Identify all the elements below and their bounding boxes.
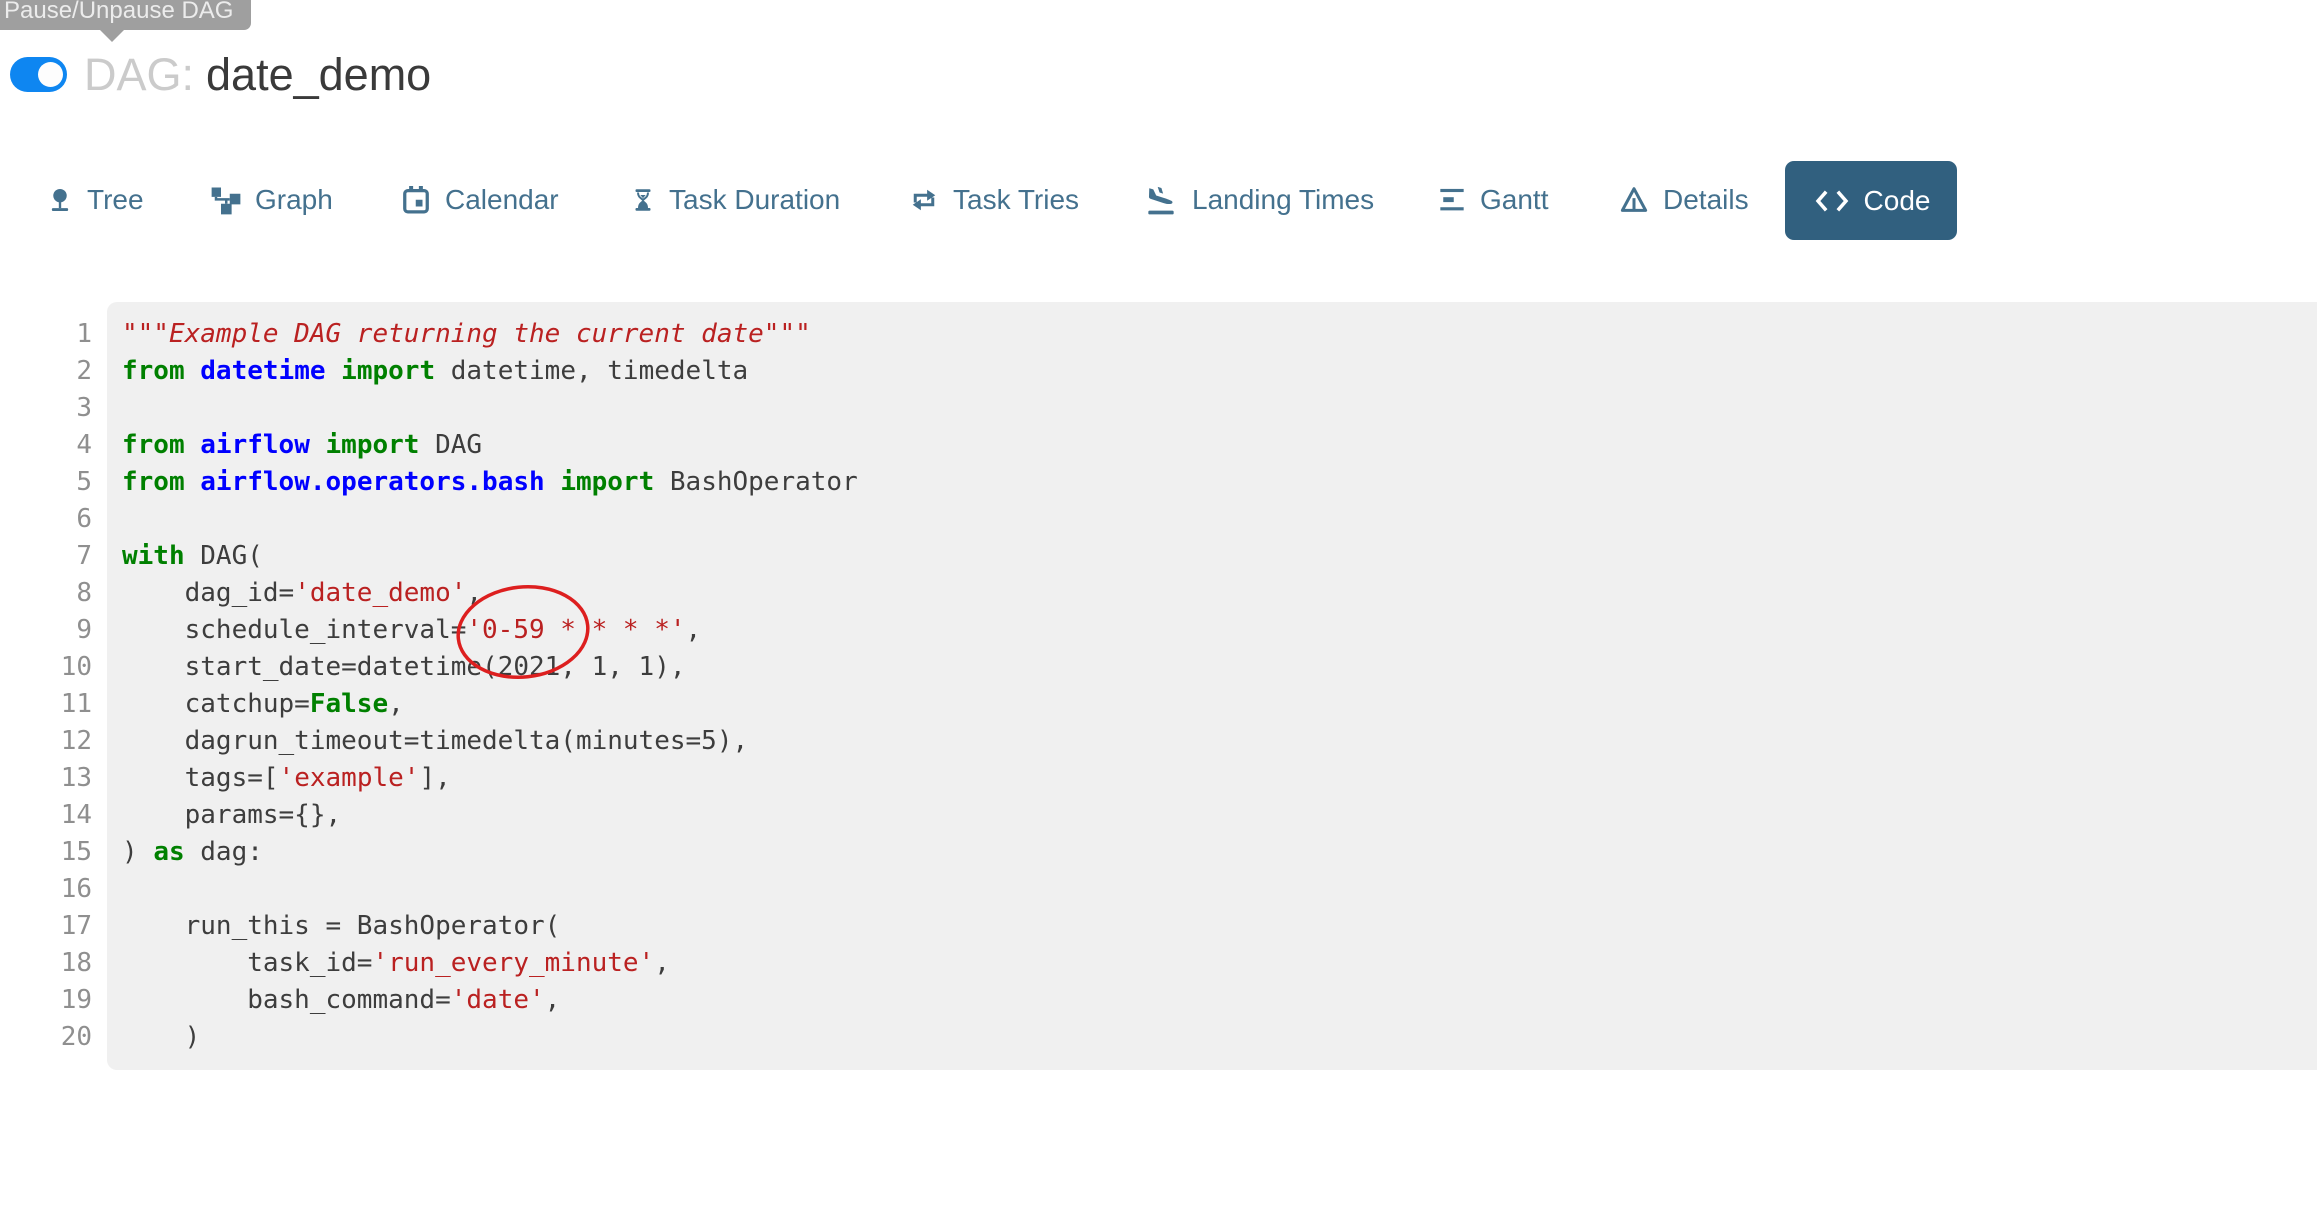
- pause-toggle[interactable]: [10, 57, 67, 92]
- line-number: 13: [0, 760, 92, 797]
- tab-label: Task Tries: [953, 184, 1079, 216]
- code-line: start_date=datetime(2021, 1, 1),: [122, 649, 2317, 686]
- tab-details[interactable]: Details: [1619, 182, 1749, 218]
- code-line: with DAG(: [122, 538, 2317, 575]
- tab-tree[interactable]: Tree: [47, 182, 144, 218]
- code-line: schedule_interval='0-59 * * * *',: [122, 612, 2317, 649]
- gantt-bars-icon: [1438, 184, 1466, 216]
- tab-task-duration[interactable]: Task Duration: [631, 182, 840, 218]
- line-number: 20: [0, 1019, 92, 1056]
- toggle-knob: [38, 62, 63, 87]
- line-number: 3: [0, 390, 92, 427]
- dag-label: DAG:: [84, 49, 194, 100]
- code-line: bash_command='date',: [122, 982, 2317, 1019]
- code-icon: [1812, 187, 1852, 215]
- line-number: 10: [0, 649, 92, 686]
- line-number: 1: [0, 316, 92, 353]
- tooltip-arrow: [100, 30, 124, 42]
- tab-gantt[interactable]: Gantt: [1438, 182, 1548, 218]
- code-line: [122, 390, 2317, 427]
- code-line: tags=['example'],: [122, 760, 2317, 797]
- repeat-icon: [909, 184, 939, 216]
- line-number: 19: [0, 982, 92, 1019]
- tab-graph[interactable]: Graph: [211, 182, 333, 218]
- line-number: 14: [0, 797, 92, 834]
- line-number: 16: [0, 871, 92, 908]
- code-line: from datetime import datetime, timedelta: [122, 353, 2317, 390]
- code-viewer: """Example DAG returning the current dat…: [107, 302, 2317, 1070]
- code-line: [122, 501, 2317, 538]
- pause-tooltip: Pause/Unpause DAG: [0, 0, 251, 30]
- tab-label: Gantt: [1480, 184, 1548, 216]
- line-number: 6: [0, 501, 92, 538]
- line-number: 12: [0, 723, 92, 760]
- tab-label: Tree: [87, 184, 144, 216]
- plane-landing-icon: [1144, 184, 1178, 216]
- dag-name: date_demo: [206, 49, 431, 100]
- line-number: 17: [0, 908, 92, 945]
- tab-label: Graph: [255, 184, 333, 216]
- tree-icon: [47, 184, 73, 216]
- line-number: 7: [0, 538, 92, 575]
- tab-label: Details: [1663, 184, 1749, 216]
- code-line: dagrun_timeout=timedelta(minutes=5),: [122, 723, 2317, 760]
- line-number: 8: [0, 575, 92, 612]
- tab-calendar[interactable]: Calendar: [401, 182, 559, 218]
- code-line: catchup=False,: [122, 686, 2317, 723]
- tab-code[interactable]: Code: [1785, 161, 1957, 240]
- line-number: 5: [0, 464, 92, 501]
- tab-task-tries[interactable]: Task Tries: [909, 182, 1079, 218]
- line-number: 15: [0, 834, 92, 871]
- tab-landing-times[interactable]: Landing Times: [1144, 182, 1374, 218]
- graph-icon: [211, 184, 241, 216]
- line-number: 11: [0, 686, 92, 723]
- code-line: [122, 871, 2317, 908]
- line-number-gutter: 1234567891011121314151617181920: [0, 302, 92, 1056]
- line-number: 2: [0, 353, 92, 390]
- triangle-icon: [1619, 184, 1649, 216]
- code-line: """Example DAG returning the current dat…: [122, 316, 2317, 353]
- code-line: dag_id='date_demo',: [122, 575, 2317, 612]
- code-line: run_this = BashOperator(: [122, 908, 2317, 945]
- line-number: 4: [0, 427, 92, 464]
- code-content: """Example DAG returning the current dat…: [122, 316, 2317, 1056]
- code-line: ) as dag:: [122, 834, 2317, 871]
- code-line: from airflow import DAG: [122, 427, 2317, 464]
- page-title: DAG:date_demo: [84, 49, 431, 101]
- tab-label: Calendar: [445, 184, 559, 216]
- code-line: params={},: [122, 797, 2317, 834]
- code-line: ): [122, 1019, 2317, 1056]
- line-number: 18: [0, 945, 92, 982]
- tab-label: Task Duration: [669, 184, 840, 216]
- line-number: 9: [0, 612, 92, 649]
- code-line: from airflow.operators.bash import BashO…: [122, 464, 2317, 501]
- pause-tooltip-text: Pause/Unpause DAG: [4, 0, 233, 24]
- code-line: task_id='run_every_minute',: [122, 945, 2317, 982]
- tab-label: Landing Times: [1192, 184, 1374, 216]
- calendar-icon: [401, 184, 431, 216]
- tab-label: Code: [1864, 185, 1931, 217]
- hourglass-icon: [631, 184, 655, 216]
